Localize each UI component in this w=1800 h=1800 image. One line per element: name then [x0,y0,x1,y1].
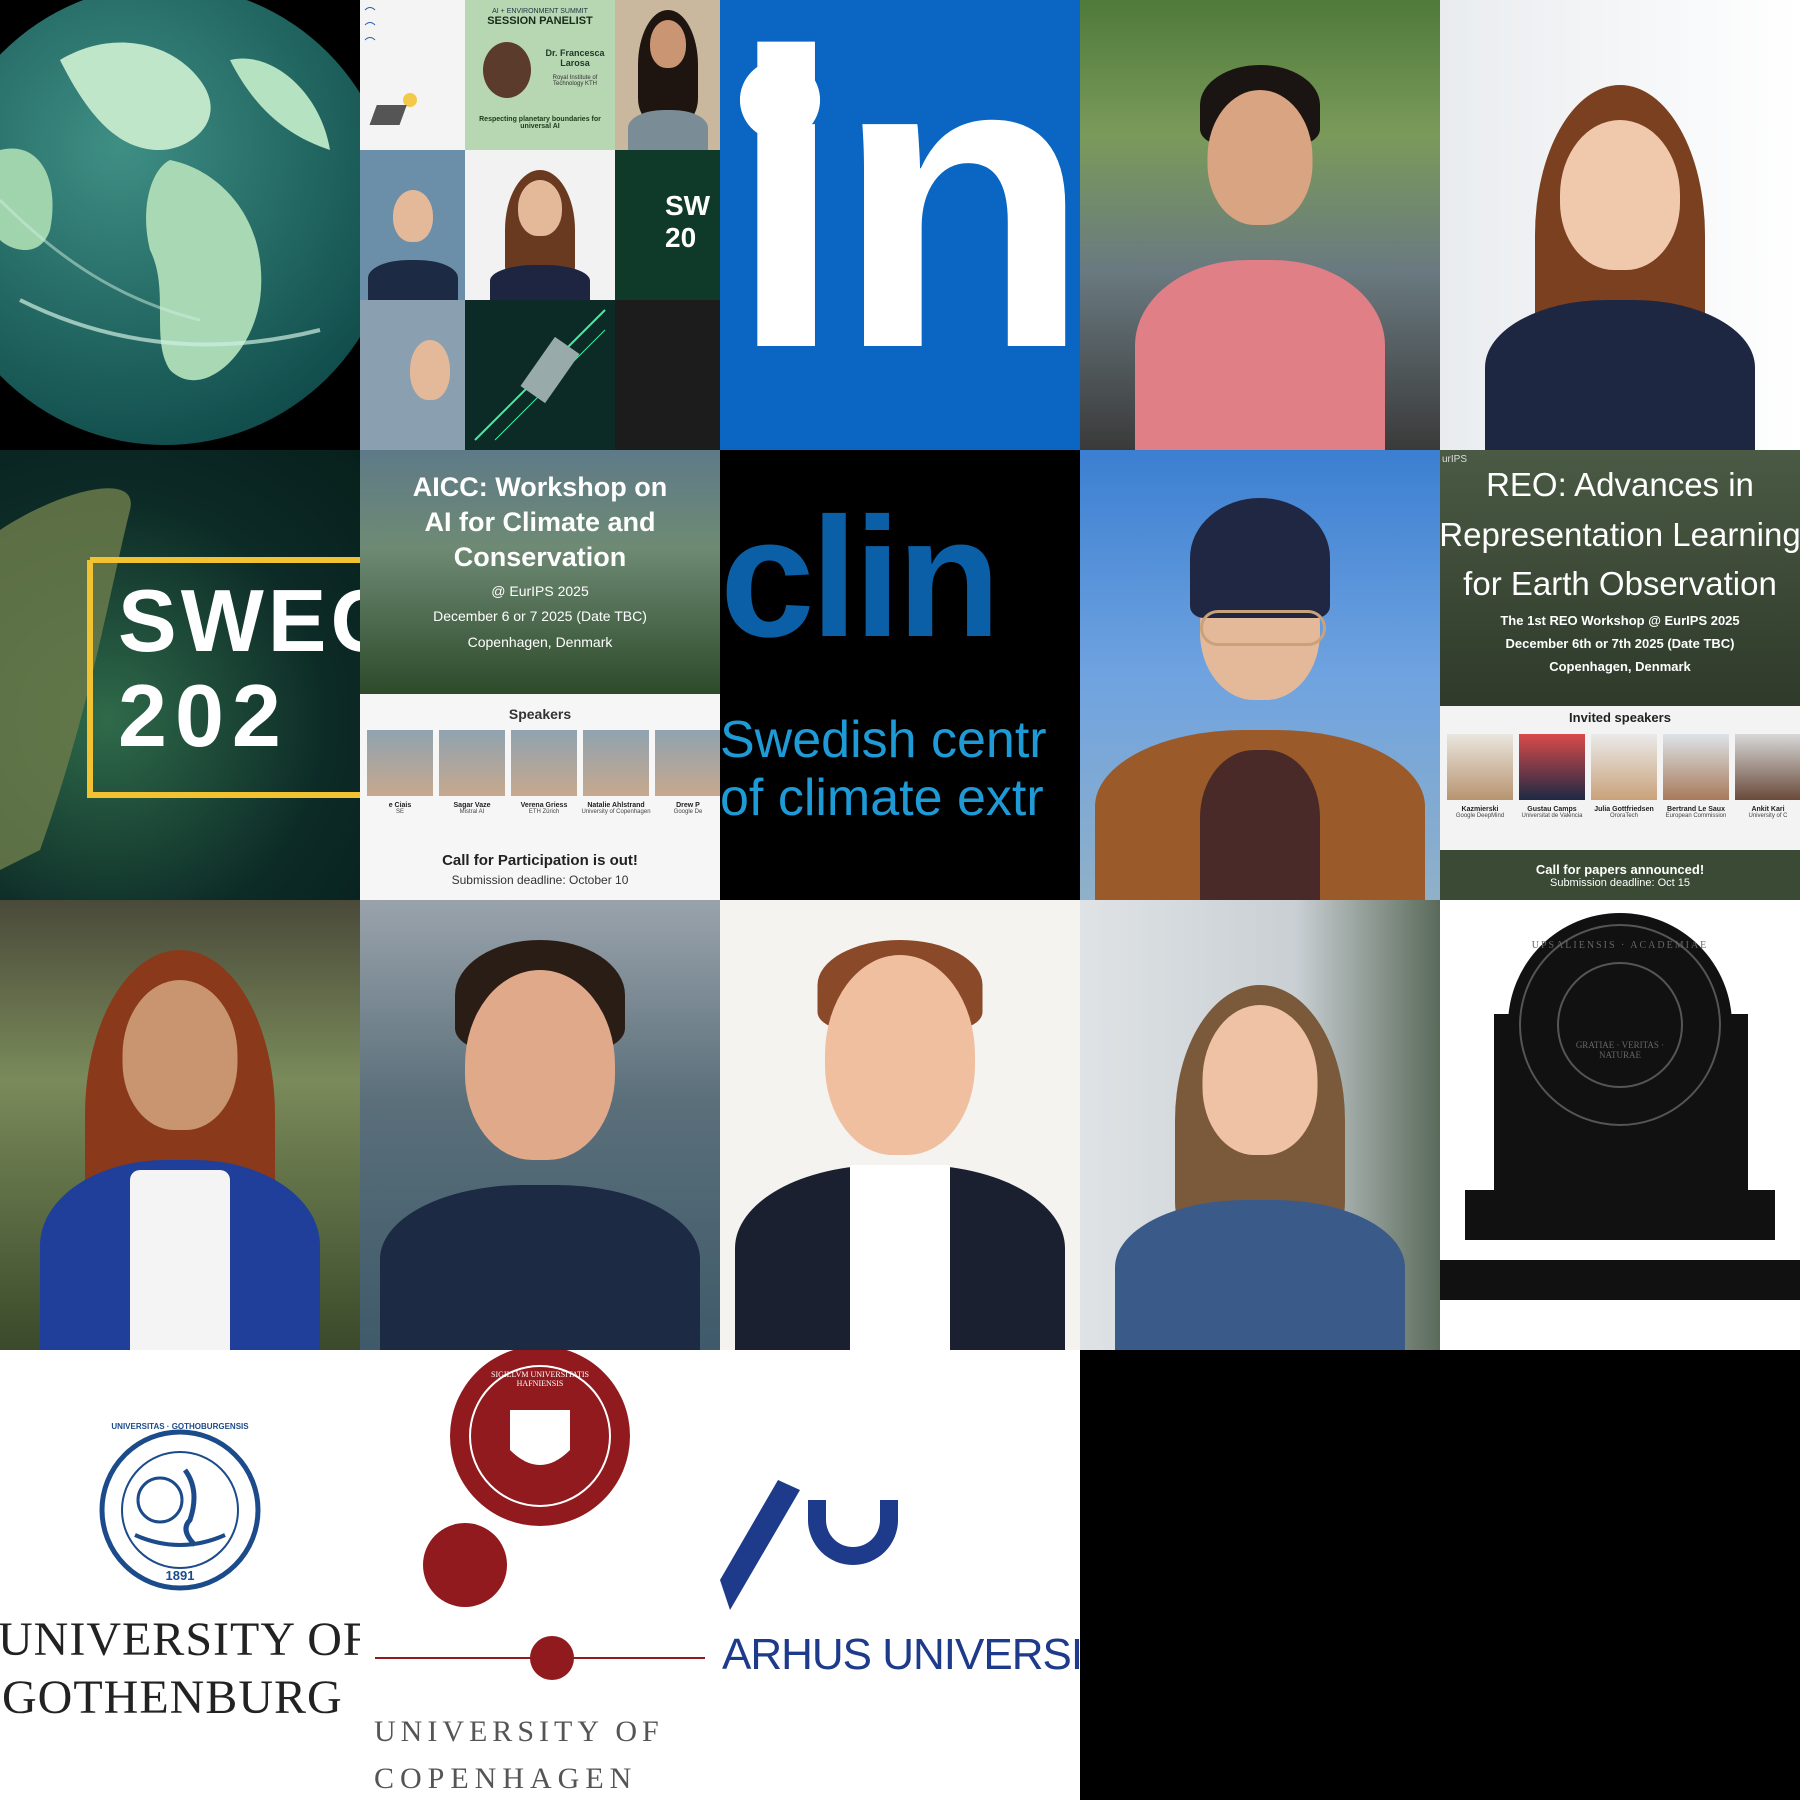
reo-speakers-heading: Invited speakers [1569,710,1671,725]
uppsala-wordmark [1465,1190,1775,1240]
portrait-man-pink-shirt [1080,0,1440,450]
panelist-avatar [483,42,531,98]
swec-thumb: SW 20 [615,150,720,300]
copenhagen-line2: COPENHAGEN [374,1762,638,1795]
linkedin-tile[interactable]: in [720,0,1080,450]
summit-name: Dr. Francesca Larosa [545,48,605,68]
portrait-small [360,300,465,450]
gothenburg-seal-year: 1891 [165,1568,195,1583]
copenhagen-line1: UNIVERSITY OF [374,1715,664,1748]
climes-word: clin [720,483,1001,673]
copenhagen-dot-icon [423,1523,507,1607]
gothenburg-copenhagen-tile: 1891 UNIVERSITAS · GOTHOBURGENSIS UNIVER… [0,1350,720,1800]
aicc-deadline: Submission deadline: October 10 [451,873,629,887]
gothenburg-seal-text: UNIVERSITAS · GOTHOBURGENSIS [111,1422,249,1431]
swec-line1: SWEC [118,571,360,670]
summit-affiliation: Royal Institute of Technology KTH [552,75,598,87]
aarhus-name: ARHUS UNIVERSIT [722,1630,1080,1679]
reo-footer: Call for papers announced! Submission de… [1440,850,1800,900]
uppsala-seal-icon [1440,913,1800,1300]
empty-tile [1080,1350,1800,1800]
reo-corner: urIPS [1442,454,1468,465]
image-collage: AI + ENVIRONMENT SUMMIT SESSION PANELIST… [0,0,1800,1800]
uppsala-logo-tile: UPSALIENSIS · ACADEMIAE GRATIAE · VERITA… [1440,900,1800,1350]
portrait-man-beanie [1080,450,1440,900]
swec-tile: SWEC 202 [0,450,360,900]
aicc-poster-tile[interactable]: AICC: Workshop on AI for Climate and Con… [360,450,720,900]
reo-banner: urIPS REO: Advances in Representation Le… [1440,450,1800,706]
speaker-card: Ankit Kari University of C [1734,734,1800,819]
aarhus-logo-tile: ARHUS UNIVERSIT [720,1350,1080,1800]
aarhus-logo-icon [720,1480,898,1610]
summit-role: SESSION PANELIST [487,15,593,27]
summit-collage-tile: AI + ENVIRONMENT SUMMIT SESSION PANELIST… [360,0,720,450]
speaker-card: Drew P Google De [654,730,720,815]
copenhagen-seal-text: SIGILLVM UNIVERSITATIS HAFNIENSIS [491,1370,589,1388]
aicc-location: Copenhagen, Denmark [467,633,613,650]
reo-poster-tile[interactable]: urIPS REO: Advances in Representation Le… [1440,450,1800,900]
speaker-card: Julia Gottfriedsen OroraTech [1590,734,1658,819]
portrait-man-navy-tee [360,900,720,1350]
uppsala-seal-inner-text: GRATIAE · VERITAS · NATURAE [1575,1040,1665,1060]
glasses-icon [1200,610,1326,646]
gothenburg-line1: UNIVERSITY OF [0,1613,360,1666]
globe-tile [0,0,360,450]
reo-title: REO: Advances in Representation Learning… [1440,466,1800,602]
aicc-cta: Call for Participation is out! [442,852,638,869]
swec-thumb-year: 20 [665,222,697,253]
gothenburg-line2: GOTHENBURG [2,1671,343,1724]
speaker-card: Sagar Vaze Mistral AI [438,730,506,815]
reo-line1: The 1st REO Workshop @ EurIPS 2025 [1500,612,1740,628]
speaker-card: e Ciais SE [366,730,434,815]
portrait-small [615,0,720,150]
climes-logo-tile: clin Swedish centr of climate extr [720,450,1080,900]
portrait-woman-navy [1440,0,1800,450]
swec-thumb-text: SW [665,190,711,221]
aicc-title: AICC: Workshop on AI for Climate and Con… [412,472,668,573]
portrait-woman-blue-blazer [0,900,360,1350]
aicc-venue: @ EurIPS 2025 [491,583,589,600]
aicc-speaker-list: e Ciais SE Sagar Vaze Mistral AI Verena Gr… [360,730,720,815]
reo-cta: Call for papers announced! [1535,862,1705,877]
reo-deadline: Submission deadline: Oct 15 [1549,877,1691,889]
speaker-card: Natalie Ahlstrand University of Copenhage… [581,730,651,815]
speaker-card: Verena Griess ETH Zürich [510,730,578,815]
aicc-speakers-heading: Speakers [508,706,572,722]
panelist-card: AI + ENVIRONMENT SUMMIT SESSION PANELIST… [465,0,615,150]
reo-speaker-list: Kazmierski Google DeepMind Gustau Camps Un… [1440,734,1800,819]
portrait-small [360,150,465,300]
uppsala-seal-outer-text: UPSALIENSIS · ACADEMIAE [1531,940,1709,951]
speaker-card: Kazmierski Google DeepMind [1446,734,1514,819]
speaker-card: Gustau Camps Universitat de València [1518,734,1586,819]
solar-sketch-icon [364,7,417,125]
satellite-icon [474,309,606,441]
climes-line2: of climate extr [720,769,1044,827]
summit-header: AI + ENVIRONMENT SUMMIT [492,8,588,15]
portrait-small [465,150,615,300]
sketch-panel [360,0,465,150]
swec-line2: 202 [118,666,289,765]
reo-line3: Copenhagen, Denmark [1549,659,1691,675]
speaker-card: Bertrand Le Saux European Commission [1662,734,1730,819]
summit-topic: Respecting planetary boundaries for univ… [479,116,601,130]
portrait-woman-blue-sweater [1080,900,1440,1350]
reo-line2: December 6th or 7th 2025 (Date TBC) [1505,635,1735,651]
climes-line1: Swedish centr [720,711,1047,769]
aicc-banner: AICC: Workshop on AI for Climate and Con… [360,450,720,694]
aicc-date: December 6 or 7 2025 (Date TBC) [433,608,647,625]
globe-icon [0,0,360,445]
portrait-man-suit [720,900,1080,1350]
satellite-image [465,300,615,450]
